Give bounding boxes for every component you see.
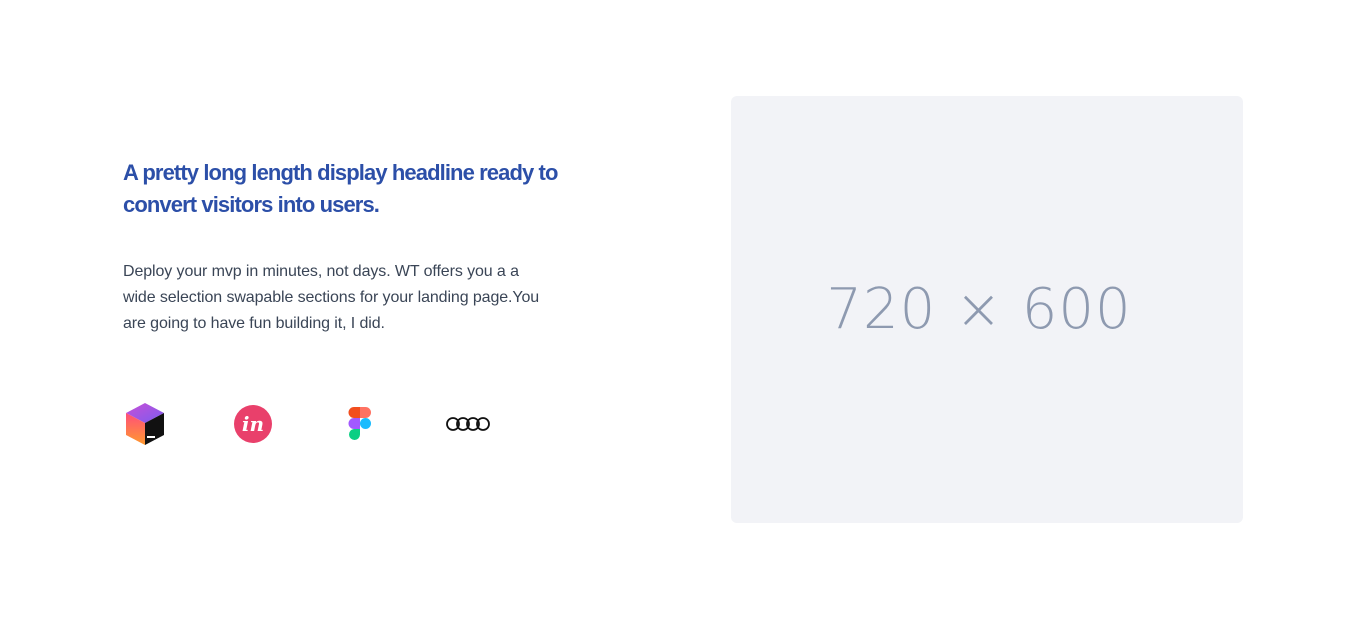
svg-text:in: in	[242, 412, 264, 436]
figma-icon	[338, 402, 382, 446]
description-text: Deploy your mvp in minutes, not days. WT…	[123, 263, 540, 332]
feature-section: A pretty long length display headline re…	[0, 0, 1366, 619]
headline: A pretty long length display headline re…	[123, 160, 558, 217]
invision-icon: in	[231, 402, 275, 446]
logo-row: in	[123, 402, 503, 446]
jetbrains-icon	[123, 402, 167, 446]
text-column: A pretty long length display headline re…	[123, 157, 563, 337]
image-placeholder: 720 × 600	[731, 96, 1243, 523]
placeholder-dimensions-label: 720 × 600	[826, 277, 1132, 342]
audi-icon	[445, 402, 491, 446]
